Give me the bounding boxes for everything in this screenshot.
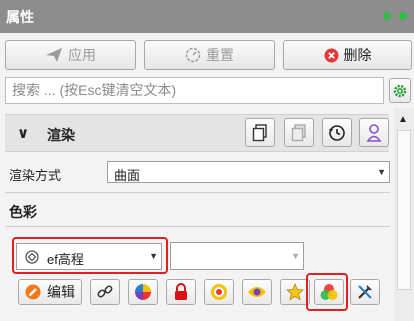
dropdown-arrow-icon: ▼ [377, 167, 386, 177]
edit-icon [25, 284, 41, 300]
dropdown-arrow-icon: ▼ [291, 251, 300, 261]
tools-icon [358, 285, 372, 299]
lock-icon [175, 283, 187, 300]
edit-label: 编辑 [47, 284, 75, 300]
star-icon [286, 283, 304, 301]
color-wheel-icon [135, 284, 151, 300]
copy-icon [252, 123, 267, 141]
eye-icon [248, 287, 266, 297]
search-input[interactable]: 搜索 ... (按Esc键清空文本) [5, 77, 384, 104]
window-title: 属性 [6, 9, 34, 25]
user-icon [366, 123, 382, 142]
unlink-icon [97, 285, 113, 298]
secondary-select[interactable]: ▼ [170, 242, 304, 270]
send-icon [46, 48, 62, 62]
float-window-icon[interactable] [383, 12, 391, 20]
vertical-scrollbar[interactable]: ▲ [394, 108, 414, 321]
paste-icon [291, 123, 306, 141]
divider [5, 226, 390, 227]
edit-button[interactable]: 编辑 [18, 279, 82, 305]
search-placeholder: 搜索 ... (按Esc键清空文本) [12, 82, 177, 98]
history-button[interactable] [322, 118, 352, 147]
title-bar: 属性 [0, 0, 414, 33]
scrollbar-thumb[interactable] [397, 130, 411, 290]
search-settings-button[interactable] [389, 78, 411, 103]
divider [5, 192, 390, 193]
delete-icon [324, 48, 338, 62]
target-button[interactable] [204, 279, 234, 305]
render-mode-label: 渲染方式 [9, 168, 62, 183]
scroll-up-icon[interactable]: ▲ [398, 114, 408, 125]
highlight-box [12, 237, 168, 274]
target-icon [211, 284, 227, 300]
render-mode-value: 曲面 [114, 168, 141, 183]
render-mode-select[interactable]: 曲面 ▼ [107, 161, 390, 183]
color-heading: 色彩 [9, 204, 37, 220]
user-button[interactable] [359, 118, 389, 147]
gear-icon [393, 84, 407, 97]
delete-button[interactable]: 删除 [283, 40, 412, 70]
apply-button[interactable]: 应用 [5, 40, 136, 70]
chevron-down-icon: ∨ [17, 125, 30, 142]
gauge-icon [185, 47, 201, 63]
history-icon [329, 124, 345, 141]
link-button[interactable] [90, 279, 120, 305]
visibility-button[interactable] [242, 279, 272, 305]
colormap-button[interactable] [128, 279, 158, 305]
delete-label: 删除 [343, 47, 372, 63]
highlight-box [306, 273, 348, 311]
paste-button[interactable] [284, 118, 314, 147]
copy-button[interactable] [245, 118, 275, 147]
section-title: 渲染 [47, 127, 75, 143]
apply-label: 应用 [68, 47, 96, 63]
close-window-icon[interactable] [399, 12, 407, 20]
tools-button[interactable] [350, 279, 380, 305]
reset-label: 重置 [206, 47, 234, 63]
reset-button[interactable]: 重置 [144, 40, 275, 70]
lock-button[interactable] [166, 279, 196, 305]
